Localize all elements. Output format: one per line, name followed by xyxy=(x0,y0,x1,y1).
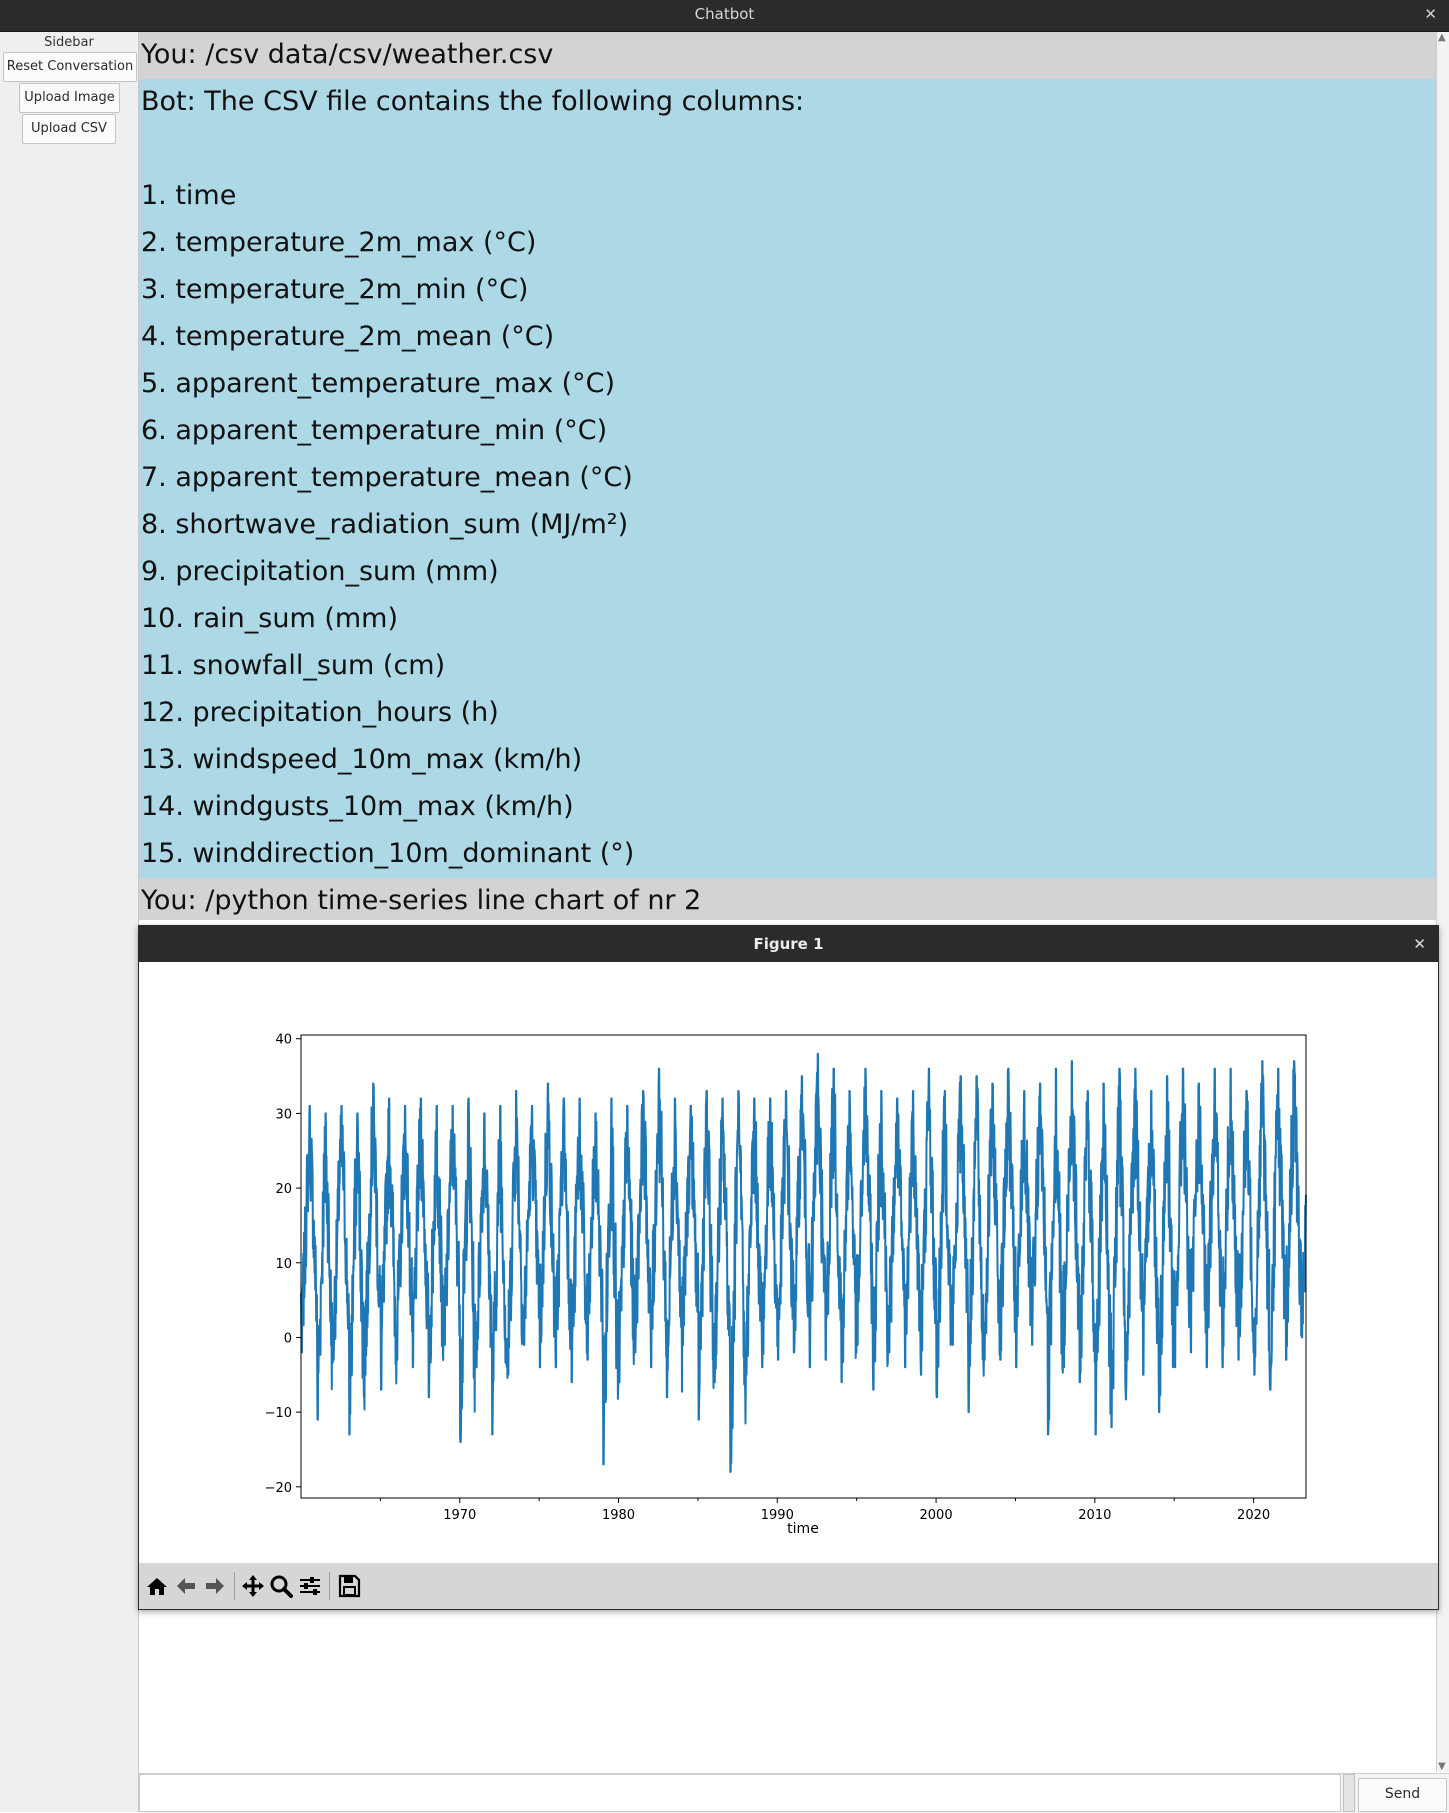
figure-toolbar xyxy=(139,1563,1438,1609)
back-arrow-icon[interactable] xyxy=(172,1572,200,1600)
y-tick-label: 20 xyxy=(275,1182,292,1197)
bot-line: 9. precipitation_sum (mm) xyxy=(141,556,499,587)
input-row: Send xyxy=(139,1773,1449,1813)
bot-line: 11. snowfall_sum (cm) xyxy=(141,650,446,681)
bot-line: Bot: The CSV file contains the following… xyxy=(141,86,805,117)
bot-line: 2. temperature_2m_max (°C) xyxy=(141,227,537,258)
scroll-down-icon[interactable]: ▼ xyxy=(1438,1761,1446,1772)
forward-arrow-icon[interactable] xyxy=(201,1572,229,1600)
bot-line: 7. apparent_temperature_mean (°C) xyxy=(141,462,633,493)
bot-line: 15. winddirection_10m_dominant (°) xyxy=(141,838,635,869)
save-icon[interactable] xyxy=(335,1572,363,1600)
bot-line xyxy=(141,126,1436,173)
send-button[interactable]: Send xyxy=(1358,1778,1447,1812)
figure-canvas[interactable]: −20 −10 0 10 20 30 40 1970 1980 1990 2000 2010 2020 … xyxy=(139,963,1438,1563)
figure-titlebar: Figure 1 ✕ xyxy=(139,926,1438,962)
bot-line: 4. temperature_2m_mean (°C) xyxy=(141,321,555,352)
scroll-up-icon[interactable]: ▲ xyxy=(1438,32,1446,43)
y-tick-label: 30 xyxy=(275,1107,292,1122)
bot-line: 8. shortwave_radiation_sum (MJ/m²) xyxy=(141,509,629,540)
input-scroll-spinner[interactable] xyxy=(1343,1774,1355,1812)
toolbar-separator xyxy=(234,1572,235,1600)
toolbar-separator xyxy=(329,1572,330,1600)
y-tick-label: −20 xyxy=(265,1481,292,1496)
bot-line: 14. windgusts_10m_max (km/h) xyxy=(141,791,574,822)
configure-subplots-icon[interactable] xyxy=(296,1572,324,1600)
window-titlebar: Chatbot ✕ xyxy=(0,0,1449,32)
y-tick-label: 10 xyxy=(275,1257,292,1272)
x-axis-label: time xyxy=(787,1521,819,1537)
bot-line: 1. time xyxy=(141,180,237,211)
bot-message: Bot: The CSV file contains the following… xyxy=(139,79,1436,878)
figure-window: Figure 1 ✕ −20 −10 0 10 20 30 40 1970 1980 1990 20… xyxy=(138,925,1439,1610)
bot-line: 5. apparent_temperature_max (°C) xyxy=(141,368,616,399)
sidebar: Sidebar Reset Conversation Upload Image … xyxy=(0,32,139,1812)
x-tick-label: 2000 xyxy=(920,1508,953,1523)
upload-image-button[interactable]: Upload Image xyxy=(19,83,120,113)
x-tick-label: 2010 xyxy=(1078,1508,1111,1523)
user-message: You: /csv data/csv/weather.csv xyxy=(139,32,1436,79)
x-tick-label: 1980 xyxy=(602,1508,635,1523)
bot-line: 13. windspeed_10m_max (km/h) xyxy=(141,744,583,775)
bot-line: 3. temperature_2m_min (°C) xyxy=(141,274,529,305)
line-chart: −20−100102030401970 1980 1990 2000 2010 2020 … xyxy=(265,1033,1307,1537)
bot-line: 6. apparent_temperature_min (°C) xyxy=(141,415,608,446)
sidebar-label: Sidebar xyxy=(44,35,94,50)
bot-line: 12. precipitation_hours (h) xyxy=(141,697,499,728)
window-close-icon[interactable]: ✕ xyxy=(1424,0,1437,29)
y-tick-label: 40 xyxy=(275,1033,292,1048)
upload-csv-button[interactable]: Upload CSV xyxy=(22,114,116,144)
window-title: Chatbot xyxy=(694,5,755,23)
x-tick-label: 2020 xyxy=(1237,1508,1270,1523)
user-message: You: /python time-series line chart of n… xyxy=(139,878,1436,920)
x-tick-label: 1970 xyxy=(443,1508,476,1523)
series-line xyxy=(300,1052,1307,1473)
message-input[interactable] xyxy=(139,1774,1341,1812)
zoom-icon[interactable] xyxy=(267,1572,295,1600)
figure-close-icon[interactable]: ✕ xyxy=(1413,926,1426,962)
reset-conversation-button[interactable]: Reset Conversation xyxy=(3,52,137,82)
home-icon[interactable] xyxy=(143,1572,171,1600)
y-tick-label: −10 xyxy=(265,1406,292,1421)
bot-line: 10. rain_sum (mm) xyxy=(141,603,399,634)
figure-title: Figure 1 xyxy=(753,935,824,953)
y-tick-label: 0 xyxy=(284,1331,292,1346)
pan-icon[interactable] xyxy=(239,1572,267,1600)
